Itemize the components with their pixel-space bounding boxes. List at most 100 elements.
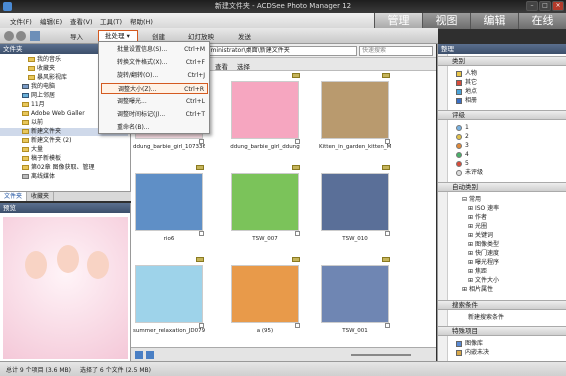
section-ratings[interactable]: 评级 [438,110,566,120]
rating-item[interactable]: 3 [456,142,469,149]
category-item[interactable]: 地点 [456,88,477,95]
jpg-badge-icon [382,165,390,170]
up-icon[interactable] [30,31,40,41]
tab-online[interactable]: 在线 [518,13,566,29]
app-icon [3,2,12,11]
menu-item-rotate-flip[interactable]: 旋转/翻转(O)... Ctrl+J [101,70,208,81]
rating-radio[interactable] [456,160,462,167]
category-item[interactable]: 其它 [456,79,477,86]
section-categories[interactable]: 类别 [438,56,566,66]
auto-category-item[interactable]: ⊞ 关键词 [468,232,493,239]
menu-item-rename[interactable]: 重命名(B)... [101,122,208,133]
thumbnail-item[interactable]: ddung_barbie_girl_ddung [229,73,301,157]
tab-view[interactable]: 视图 [422,13,470,29]
tab-folders[interactable]: 文件夹 [0,192,28,201]
auto-category-item[interactable]: ⊞ 文件大小 [468,277,499,284]
rating-item[interactable]: 未评级 [456,169,483,176]
rating-item[interactable]: 5 [456,160,469,167]
rating-radio[interactable] [456,169,462,176]
thumbnail-caption: ddung_barbie_girl_1073362 [133,144,205,150]
auto-category-item[interactable]: ⊞ 曝光程序 [468,259,499,266]
new-search-item[interactable]: 新建搜索条件 [468,314,504,321]
menu-edit[interactable]: 编辑(E) [40,16,62,26]
menu-item-batch-set-info[interactable]: 批量设置信息(S)... Ctrl+M [101,44,208,55]
mode-tabs: 管理 视图 编辑 在线 [374,13,566,29]
view-mode-icon[interactable] [135,351,143,359]
batch-dropdown-menu: 批量设置信息(S)... Ctrl+M 转换文件格式(X)... Ctrl+F 旋转… [98,41,210,134]
slideshow-button[interactable]: 幻灯放映 [188,31,214,41]
maximize-button[interactable]: □ [539,1,551,11]
window-title: 新建文件夹 - ACDSee Photo Manager 12 [214,2,352,10]
organize-panel: 整理 类别 人物 其它 地点 相册 评级 1 2 3 4 5 未评级 自动类别 … [437,44,566,361]
import-button[interactable]: 导入 [70,31,83,41]
status-selected: 选择了 6 个文件 (2.5 MB) [80,367,151,374]
thumbnail-item[interactable]: Kitten_in_garden_kitten_ML5... [319,73,391,157]
tree-item[interactable]: 离线媒体 [0,173,128,181]
menu-item-adjust-timestamp[interactable]: 调整时间标记(J)... Ctrl+T [101,109,208,120]
panel-gutter [438,54,448,361]
tree-item[interactable]: 新建文件夹 (2) [0,137,128,145]
thumbnail-caption: rio6 [163,236,175,242]
minimize-button[interactable]: – [526,1,538,11]
filter-mode-icon[interactable] [146,351,154,359]
rating-radio[interactable] [456,151,462,158]
thumbnail-item[interactable]: summer_relaxation_JD079 [133,257,205,341]
auto-category-item[interactable]: ⊞ 图像类型 [468,241,499,248]
auto-category-item[interactable]: ⊞ 焦距 [468,268,487,275]
tab-edit[interactable]: 编辑 [470,13,518,29]
select-menu[interactable]: 选择 [237,61,250,71]
view-menu[interactable]: 查看 [215,61,228,71]
section-special-items[interactable]: 特殊项目 [438,326,566,336]
auto-category-item[interactable]: ⊞ 快门速度 [468,250,499,257]
path-input[interactable]: ngs\Administrator\桌面\新建文件夹 [187,46,357,56]
thumbnail-image [321,81,389,139]
menu-help[interactable]: 帮助(H) [130,16,153,26]
menu-item-resize[interactable]: 调整大小(Z)... Ctrl+R [101,83,208,94]
zoom-slider[interactable] [351,354,411,356]
image-library-icon [456,340,462,347]
menu-view[interactable]: 查看(V) [70,16,93,26]
menu-tools[interactable]: 工具(T) [100,16,122,26]
auto-category-item[interactable]: ⊞ ISO 速率 [468,205,499,212]
auto-category-item[interactable]: ⊟ 常用 [462,196,481,203]
menu-item-convert-format[interactable]: 转换文件格式(X)... Ctrl+F [101,57,208,68]
create-button[interactable]: 创建 [152,31,165,41]
special-item[interactable]: 内嵌未决 [456,349,489,356]
forward-icon[interactable] [16,31,26,41]
tree-item[interactable]: 稿子新模板 [0,155,128,163]
thumbnail-item[interactable]: TSW_007 [229,165,301,249]
thumbnail-item[interactable]: rio6 [133,165,205,249]
close-button[interactable]: × [552,1,564,11]
auto-category-item[interactable]: ⊞ 光圈 [468,223,487,230]
quick-search-input[interactable]: 快速搜索 [359,46,433,56]
category-item[interactable]: 相册 [456,97,477,104]
section-saved-searches[interactable]: 搜索条件 [438,300,566,310]
rating-item[interactable]: 4 [456,151,469,158]
send-button[interactable]: 发送 [238,31,251,41]
title-bar: 新建文件夹 - ACDSee Photo Manager 12 [0,0,566,13]
rating-item[interactable]: 1 [456,124,469,131]
jpg-badge-icon [196,257,204,262]
thumbnail-item[interactable]: TSW_010 [319,165,391,249]
rating-item[interactable]: 2 [456,133,469,140]
organize-header: 整理 [438,44,566,54]
section-auto-categories[interactable]: 自动类别 [438,182,566,192]
tree-item[interactable]: 大量 [0,146,128,154]
auto-category-item[interactable]: ⊞ 相片属性 [462,286,493,293]
menu-file[interactable]: 文件(F) [10,16,32,26]
folder-icon [22,156,29,161]
rating-radio[interactable] [456,142,462,149]
tab-manage[interactable]: 管理 [374,13,422,29]
thumbnail-item[interactable]: TSW_001 [319,257,391,341]
auto-category-item[interactable]: ⊞ 作者 [468,214,487,221]
back-icon[interactable] [4,31,14,41]
special-item[interactable]: 图像库 [456,340,483,347]
tree-item[interactable]: 第02章 图像获取、管理 [0,164,128,172]
menu-item-adjust-exposure[interactable]: 调整曝光... Ctrl+L [101,96,208,107]
thumbnail-image [321,173,389,231]
tab-favorites[interactable]: 收藏夹 [27,192,55,201]
category-item[interactable]: 人物 [456,70,477,77]
rating-radio[interactable] [456,124,462,131]
rating-radio[interactable] [456,133,462,140]
thumbnail-item[interactable]: a (95) [229,257,301,341]
